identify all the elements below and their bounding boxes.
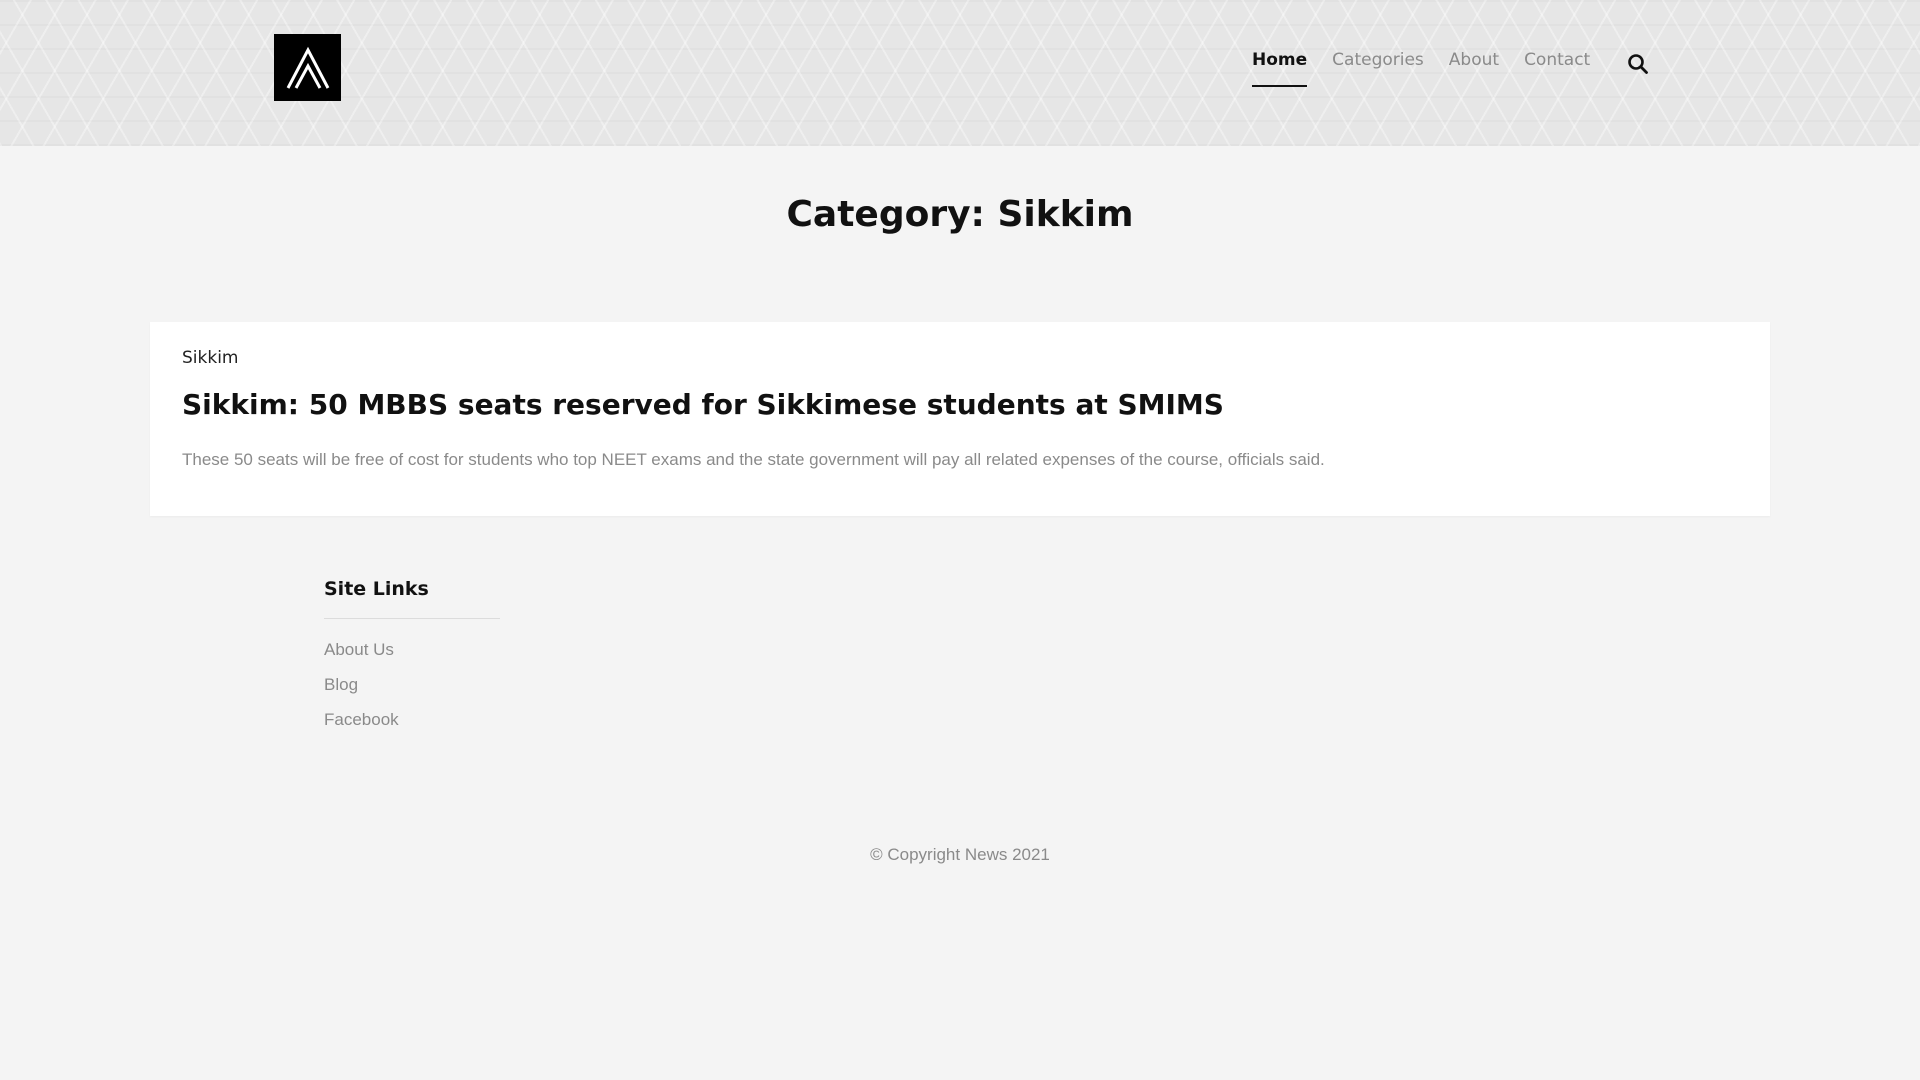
nav-contact[interactable]: Contact	[1524, 50, 1590, 85]
nav-about[interactable]: About	[1449, 50, 1499, 85]
link-blog[interactable]: Blog	[324, 675, 358, 694]
site-logo[interactable]	[274, 34, 341, 101]
copyright: © Copyright News 2021	[870, 845, 1050, 864]
widget-title: Site Links	[324, 578, 500, 619]
page-title: Category: Sikkim	[786, 194, 1134, 235]
post-card: Sikkim Sikkim: 50 MBBS seats reserved fo…	[150, 322, 1770, 516]
link-about-us[interactable]: About Us	[324, 640, 394, 659]
nav-home[interactable]: Home	[1252, 50, 1308, 87]
list-item: Blog	[324, 674, 500, 697]
main-nav: Home Categories About Contact	[1252, 50, 1615, 96]
site-links-list: About Us Blog Facebook	[324, 619, 500, 732]
search-icon[interactable]	[1627, 53, 1649, 75]
post-excerpt: These 50 seats will be free of cost for …	[182, 450, 1325, 469]
post-category-link[interactable]: Sikkim	[182, 348, 239, 368]
post-title-link[interactable]: Sikkim: 50 MBBS seats reserved for Sikki…	[182, 388, 1224, 421]
footer-site-links: Site Links About Us Blog Facebook	[324, 578, 500, 744]
logo-mark-icon	[286, 46, 329, 89]
nav-categories[interactable]: Categories	[1332, 50, 1424, 85]
list-item: Facebook	[324, 709, 500, 732]
site-header: Home Categories About Contact	[0, 0, 1920, 146]
link-facebook[interactable]: Facebook	[324, 710, 399, 729]
list-item: About Us	[324, 639, 500, 662]
